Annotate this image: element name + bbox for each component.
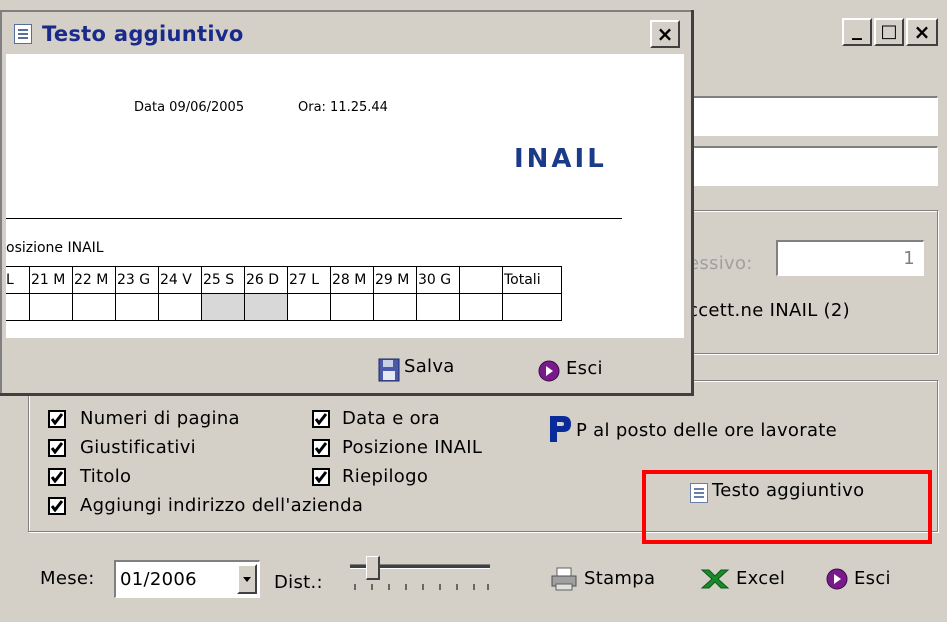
excel-icon[interactable] [700, 566, 730, 596]
document-icon [14, 24, 32, 44]
checkbox-aggiungi-indirizzo[interactable] [48, 497, 66, 515]
table-row [6, 293, 562, 321]
grid-cell: 22 M [72, 266, 116, 294]
stampa-button[interactable]: Stampa [584, 568, 655, 589]
grid-cell: 25 S [201, 266, 245, 294]
mese-label: Mese: [40, 568, 95, 589]
checkbox-riepilogo[interactable] [312, 468, 330, 486]
checkbox-giustificativi[interactable] [48, 439, 66, 457]
grid-cell: 26 D [244, 266, 288, 294]
data-ora-label: Data e ora [342, 408, 440, 429]
doc-date: Data 09/06/2005 [134, 100, 245, 115]
dist-label: Dist.: [274, 572, 323, 593]
grid-cell: 24 V [158, 266, 202, 294]
printer-icon[interactable] [550, 566, 578, 596]
minimize-button[interactable]: _ [842, 18, 872, 46]
posizione-inail-label: Posizione INAIL [342, 437, 483, 458]
progressive-field[interactable]: 1 [776, 240, 924, 276]
popup-titlebar: Testo aggiuntivo × [6, 14, 688, 56]
giustificativi-label: Giustificativi [80, 437, 196, 458]
numeri-pagina-label: Numeri di pagina [80, 408, 240, 429]
grid-cell: 23 G [115, 266, 159, 294]
doc-section-title: osizione INAIL [6, 240, 104, 256]
titolo-label: Titolo [80, 466, 132, 487]
close-main-button[interactable]: × [906, 18, 938, 46]
exit-icon[interactable] [826, 568, 848, 594]
accett-inail-label[interactable]: ccett.ne INAIL (2) [688, 300, 850, 321]
grid-cell: 27 L [287, 266, 331, 294]
exit-icon[interactable] [538, 360, 560, 386]
p-option-icon[interactable] [548, 414, 572, 448]
save-icon[interactable] [378, 358, 400, 386]
checkbox-numeri-pagina[interactable] [48, 410, 66, 428]
checkbox-titolo[interactable] [48, 468, 66, 486]
highlight-box [642, 470, 932, 544]
testo-aggiuntivo-window: Testo aggiuntivo × Data 09/06/2005 Ora: … [0, 10, 694, 396]
inail-logo: INAIL [514, 144, 607, 174]
salva-button[interactable]: Salva [404, 356, 455, 377]
esci-button[interactable]: Esci [854, 568, 891, 589]
dist-slider[interactable] [346, 556, 492, 596]
doc-rule [6, 218, 622, 219]
progressive-label: essivo: [688, 253, 753, 274]
chevron-down-icon[interactable] [237, 564, 257, 594]
days-grid: L 21 M 22 M 23 G 24 V 25 S 26 D 27 L 28 … [6, 266, 562, 321]
aggiungi-indirizzo-label: Aggiungi indirizzo dell'azienda [80, 495, 364, 516]
progressive-value: 1 [903, 248, 915, 269]
mese-select[interactable]: 01/2006 [114, 560, 260, 598]
maximize-button[interactable]: □ [874, 18, 904, 46]
document-preview: Data 09/06/2005 Ora: 11.25.44 INAIL osiz… [6, 54, 684, 338]
excel-button[interactable]: Excel [736, 568, 785, 589]
grid-cell [459, 266, 503, 294]
p-option-label[interactable]: P al posto delle ore lavorate [576, 420, 837, 441]
grid-cell: Totali [502, 266, 562, 294]
grid-cell: 21 M [29, 266, 73, 294]
popup-esci-button[interactable]: Esci [566, 358, 603, 379]
grid-cell: L [6, 266, 30, 294]
checkbox-data-ora[interactable] [312, 410, 330, 428]
checkbox-posizione-inail[interactable] [312, 439, 330, 457]
grid-cell: 28 M [330, 266, 374, 294]
table-row: L 21 M 22 M 23 G 24 V 25 S 26 D 27 L 28 … [6, 266, 562, 294]
riepilogo-label: Riepilogo [342, 466, 429, 487]
grid-cell: 29 M [373, 266, 417, 294]
grid-cell: 30 G [416, 266, 460, 294]
close-popup-button[interactable]: × [650, 20, 680, 48]
doc-time: Ora: 11.25.44 [298, 100, 388, 115]
popup-title: Testo aggiuntivo [42, 22, 244, 46]
mese-value: 01/2006 [120, 569, 197, 590]
